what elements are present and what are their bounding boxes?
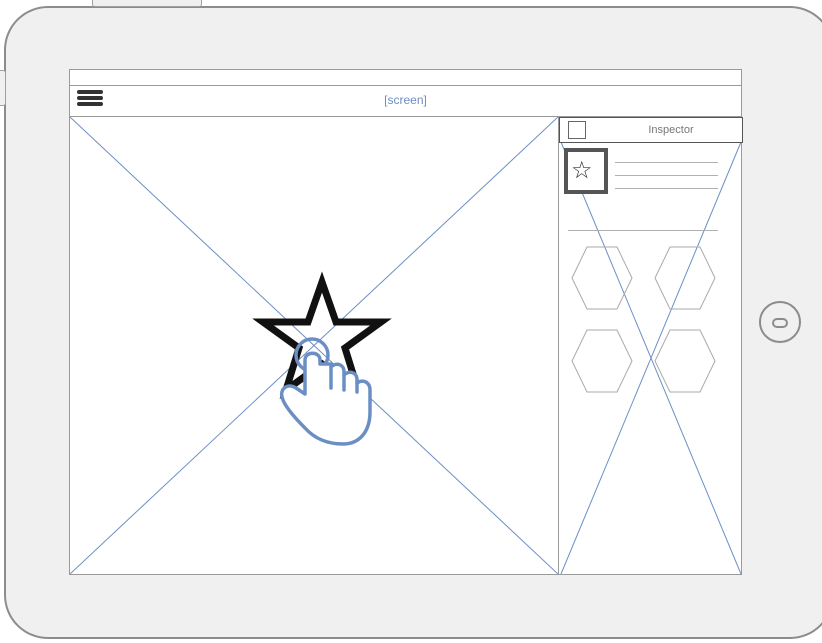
- inspector-panel: Inspector ☆: [558, 117, 743, 574]
- selected-item-thumbnail[interactable]: ☆: [564, 148, 608, 194]
- device-side-button: [0, 70, 6, 106]
- device-top-button: [92, 0, 202, 7]
- star-outline-icon: ☆: [571, 156, 593, 184]
- text-line-placeholder: [615, 188, 718, 189]
- home-button[interactable]: [759, 301, 801, 343]
- hexagon-item: [571, 329, 633, 393]
- inspector-title: Inspector: [648, 124, 694, 136]
- screen-title: [screen]: [384, 93, 427, 107]
- hexagon-item: [654, 329, 716, 393]
- home-button-glyph: [772, 318, 788, 328]
- canvas-image-placeholder: [70, 117, 558, 574]
- tablet-screen: [screen] Inspector ☆: [69, 69, 743, 575]
- text-line-placeholder: [615, 175, 718, 176]
- inspector-checkbox[interactable]: [568, 121, 586, 139]
- hexagon-item: [571, 246, 633, 310]
- text-line-placeholder: [615, 162, 718, 163]
- panel-divider: [568, 230, 718, 231]
- hexagon-item: [654, 246, 716, 310]
- inspector-header: Inspector: [559, 117, 743, 143]
- navigation-bar: [screen]: [70, 85, 741, 117]
- hexagon-grid: [571, 246, 716, 393]
